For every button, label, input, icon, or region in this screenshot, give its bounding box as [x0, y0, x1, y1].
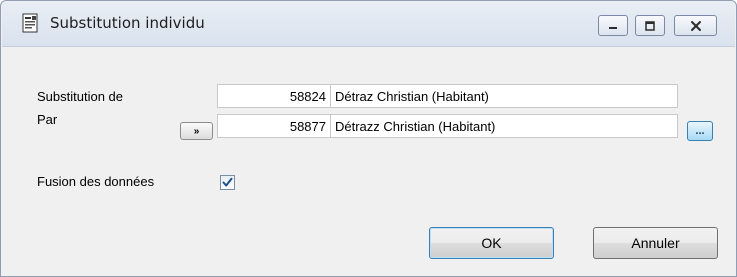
substitution-label: Substitution de	[37, 89, 124, 104]
from-number-field: 58824	[217, 84, 331, 108]
checkmark-icon	[222, 177, 233, 187]
close-button[interactable]	[674, 15, 717, 36]
from-number: 58824	[289, 88, 326, 104]
to-number: 58877	[289, 118, 326, 134]
maximize-icon	[645, 20, 655, 31]
title-bar[interactable]: Substitution individu	[2, 2, 735, 47]
dialog-window: Substitution individu Substitution de Pa…	[0, 0, 737, 277]
browse-button[interactable]: ...	[687, 121, 713, 141]
maximize-button[interactable]	[635, 15, 665, 36]
from-name-field: Détraz Christian (Habitant)	[330, 84, 678, 108]
from-name: Détraz Christian (Habitant)	[335, 88, 489, 104]
minimize-icon	[609, 26, 617, 29]
par-label: Par	[37, 112, 58, 127]
fusion-label: Fusion des données	[37, 174, 155, 189]
close-icon	[690, 20, 701, 31]
document-icon	[22, 13, 38, 33]
to-name-field[interactable]: Détrazz Christian (Habitant)	[330, 114, 678, 138]
to-number-field[interactable]: 58877	[217, 114, 331, 138]
cancel-button[interactable]: Annuler	[593, 227, 718, 259]
to-name: Détrazz Christian (Habitant)	[335, 118, 496, 134]
browse-button-label: ...	[695, 124, 705, 137]
fusion-checkbox[interactable]	[220, 175, 235, 190]
copy-button[interactable]: »	[180, 122, 213, 140]
window-title: Substitution individu	[50, 14, 205, 32]
ok-button[interactable]: OK	[429, 227, 554, 259]
dialog-content: Substitution de Par 58824 Détraz Christi…	[9, 48, 728, 276]
minimize-button[interactable]	[598, 15, 628, 36]
copy-button-label: »	[193, 125, 200, 137]
cancel-button-label: Annuler	[631, 235, 680, 251]
ok-button-label: OK	[481, 235, 502, 251]
